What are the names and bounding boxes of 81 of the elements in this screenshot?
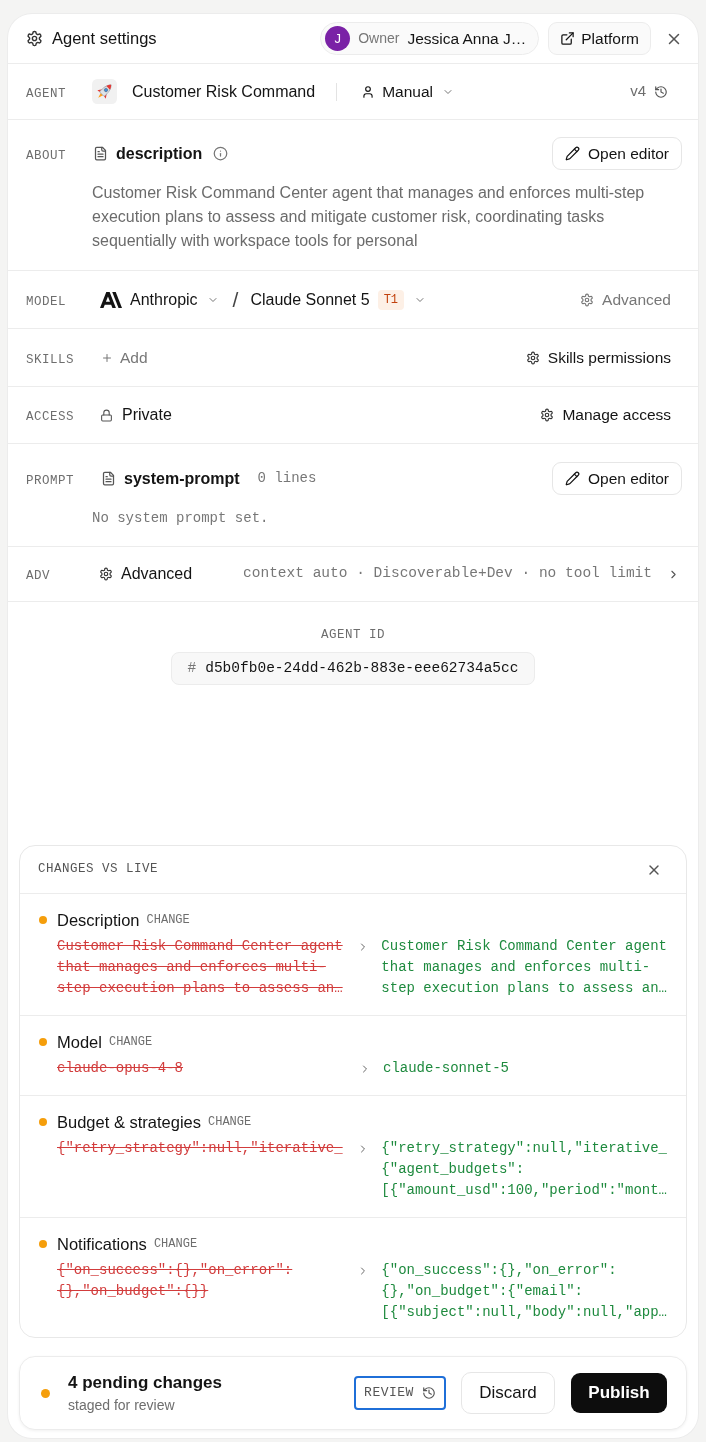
change-tag: CHANGE [146, 911, 190, 929]
provider-logo-icon [100, 291, 122, 308]
change-field-name: Notifications [57, 1233, 147, 1255]
open-editor-button[interactable]: Open editor [552, 462, 682, 495]
advanced-title: Advanced [121, 564, 193, 584]
pending-title: 4 pending changes [68, 1372, 222, 1394]
status-dot-icon [39, 1038, 47, 1046]
panel-title: Agent settings [52, 28, 157, 50]
version-label: v4 [630, 81, 646, 102]
document-icon [93, 146, 108, 161]
change-field-name: Description [57, 909, 140, 931]
old-value: Customer Risk Command Center agent that manages and enforces multi- step execution plans to assess an… [57, 937, 344, 998]
agent-id-label: AGENT ID [321, 627, 385, 643]
hash-symbol: # [187, 658, 197, 678]
settings-icon [99, 567, 113, 581]
section-label: PROMPT [26, 473, 74, 488]
status-dot-icon [39, 1240, 47, 1248]
new-value: {"on_success":{},"on_error": {},"on_budget":{"email": [{"subject":null,"body":null,"app… [381, 1261, 667, 1322]
line-count: 0 lines [257, 469, 317, 488]
old-value: {"retry_strategy":null,"iterative_ [57, 1139, 344, 1158]
old-value: {"on_success":{},"on_error": {},"on_budget":{}} [57, 1261, 294, 1301]
new-value: claude-sonnet-5 [383, 1059, 510, 1078]
tier-badge: T1 [377, 289, 405, 310]
section-label: SKILLS [26, 352, 74, 367]
agent-id-value: d5b0fb0e-24dd-462b-883e-eee62734a5cc [205, 658, 519, 678]
history-icon [421, 1386, 436, 1400]
skills-permissions-button[interactable]: Skills permissions [525, 345, 671, 370]
changes-title: CHANGES VS LIVE [38, 861, 159, 879]
avatar: J [325, 26, 351, 51]
pending-subtitle: staged for review [68, 1396, 176, 1414]
description-text: Customer Risk Command Center agent that manages and enforces multi-step execution plans to assess and mitigate customer risk, coordinating tasks sequentially with workspace tools for personal [92, 183, 646, 251]
plus-icon [101, 351, 113, 364]
status-dot-icon [39, 916, 47, 924]
publish-button[interactable]: Publish [571, 1373, 667, 1413]
owner-label: Owner [358, 29, 400, 48]
lock-icon [100, 408, 113, 422]
settings-icon [26, 30, 43, 47]
new-value: Customer Risk Command Center agent that manages and enforces multi- step execution plans to assess an… [381, 937, 667, 998]
add-skill-button[interactable]: Add [101, 345, 148, 370]
platform-button[interactable]: Platform [548, 22, 651, 55]
status-dot-icon [39, 1118, 47, 1126]
section-label: ACCESS [26, 410, 74, 424]
external-link-icon [560, 31, 576, 46]
owner-name: Jessica Anna J… [407, 28, 527, 49]
document-icon [101, 471, 116, 486]
pencil-icon [565, 471, 580, 486]
section-label: ABOUT [26, 148, 66, 163]
status-dot-icon [41, 1388, 50, 1398]
settings-icon [540, 408, 555, 422]
pencil-icon [565, 146, 580, 161]
old-value: claude-opus-4-8 [57, 1059, 185, 1078]
review-button[interactable]: REVIEW [354, 1376, 446, 1410]
section-label: MODEL [26, 294, 66, 309]
empty-prompt-text: No system prompt set. [92, 509, 270, 528]
change-field-name: Model [57, 1031, 102, 1053]
section-label: ADV [26, 569, 50, 583]
change-tag: CHANGE [108, 1033, 153, 1051]
change-tag: CHANGE [208, 1113, 252, 1131]
mode-dropdown[interactable]: Manual [361, 79, 454, 104]
change-tag: CHANGE [153, 1235, 198, 1253]
agent-name: Customer Risk Command [132, 81, 316, 102]
new-value: {"retry_strategy":null,"iterative_ {"agent_budgets": [{"amount_usd":100,"period":"mont… [381, 1139, 667, 1200]
section-label: AGENT [26, 86, 66, 101]
model-dropdown[interactable]: Claude Sonnet 5 T1 [250, 287, 427, 312]
history-icon[interactable] [654, 84, 668, 99]
file-name: description [116, 143, 203, 164]
rocket-icon [92, 79, 117, 104]
file-name: system-prompt [124, 468, 240, 489]
info-icon [213, 146, 229, 161]
advanced-button[interactable]: Advanced [580, 287, 671, 312]
manage-access-button[interactable]: Manage access [540, 403, 671, 427]
settings-icon [580, 292, 595, 307]
user-icon [361, 84, 376, 99]
settings-icon [525, 350, 540, 365]
provider-dropdown[interactable]: Anthropic [100, 287, 219, 312]
discard-button[interactable]: Discard [461, 1372, 555, 1414]
access-value: Private [122, 405, 172, 425]
advanced-summary: context auto · Discoverable+Dev · no tool limit [243, 564, 652, 584]
slash-separator: / [232, 286, 239, 313]
open-editor-button[interactable]: Open editor [552, 137, 682, 170]
change-field-name: Budget & strategies [57, 1111, 201, 1133]
